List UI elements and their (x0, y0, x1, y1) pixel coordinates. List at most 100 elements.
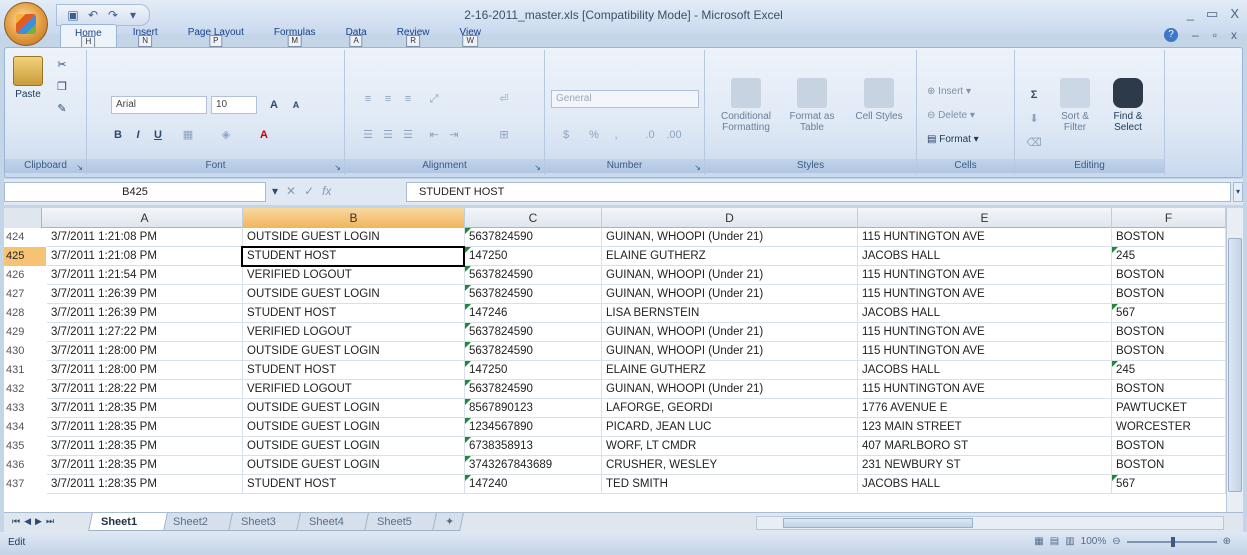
cell-d[interactable]: WORF, LT CMDR (602, 437, 858, 456)
increase-decimal-icon[interactable]: .0 (641, 126, 659, 144)
align-bottom-icon[interactable]: ≡ (399, 90, 417, 108)
sheet-tab-sheet2[interactable]: Sheet2 (160, 513, 236, 531)
row-header[interactable]: 435 (4, 437, 46, 456)
cell-f[interactable]: PAWTUCKET (1112, 399, 1226, 418)
cell-a[interactable]: 3/7/2011 1:28:35 PM (47, 399, 243, 418)
alignment-launcher-icon[interactable]: ↘ (534, 163, 541, 172)
cell-f[interactable]: BOSTON (1112, 437, 1226, 456)
fill-color-icon[interactable]: ◈ (217, 126, 235, 144)
column-header-c[interactable]: C (465, 208, 602, 228)
align-center-icon[interactable]: ☰ (379, 126, 397, 144)
tab-review[interactable]: Review R (383, 24, 444, 48)
maximize-button[interactable]: ▭ (1206, 6, 1218, 22)
help-icon[interactable]: ? (1164, 28, 1179, 42)
cell-d[interactable]: GUINAN, WHOOPI (Under 21) (602, 323, 858, 342)
zoom-slider[interactable] (1126, 536, 1217, 547)
cell-f[interactable]: BOSTON (1112, 323, 1226, 342)
sheet-tab-sheet4[interactable]: Sheet4 (296, 513, 372, 531)
cell-a[interactable]: 3/7/2011 1:21:08 PM (47, 228, 243, 247)
formula-input[interactable]: STUDENT HOST (406, 182, 1231, 202)
column-header-d[interactable]: D (602, 208, 858, 228)
name-box-dropdown-icon[interactable]: ▾ (272, 184, 278, 198)
currency-icon[interactable]: $ (557, 126, 575, 144)
row-header[interactable]: 431 (4, 361, 46, 380)
cell-e[interactable]: JACOBS HALL (858, 361, 1112, 380)
cell-d[interactable]: GUINAN, WHOOPI (Under 21) (602, 228, 858, 247)
row-header[interactable]: 424 (4, 228, 46, 247)
cell-f[interactable]: BOSTON (1112, 228, 1226, 247)
horizontal-scrollbar[interactable] (756, 516, 1224, 530)
conditional-formatting-button[interactable]: Conditional Formatting (715, 78, 777, 133)
delete-cells-button[interactable]: ⊖ Delete ▾ (927, 110, 975, 121)
bold-button[interactable]: B (109, 126, 127, 144)
tab-insert[interactable]: Insert N (119, 24, 172, 48)
cell-e[interactable]: 115 HUNTINGTON AVE (858, 342, 1112, 361)
vertical-scrollbar[interactable] (1226, 208, 1243, 512)
cell-d[interactable]: CRUSHER, WESLEY (602, 456, 858, 475)
row-header[interactable]: 434 (4, 418, 46, 437)
cell-e[interactable]: 407 MARLBORO ST (858, 437, 1112, 456)
cell-e[interactable]: JACOBS HALL (858, 247, 1112, 266)
insert-sheet-icon[interactable]: ✦ (432, 513, 464, 531)
align-top-icon[interactable]: ≡ (359, 90, 377, 108)
tab-page-layout[interactable]: Page Layout P (174, 24, 258, 48)
row-header[interactable]: 427 (4, 285, 46, 304)
cell-f[interactable]: BOSTON (1112, 285, 1226, 304)
zoom-level[interactable]: 100% (1081, 536, 1107, 547)
row-header[interactable]: 428 (4, 304, 46, 323)
cell-e[interactable]: JACOBS HALL (858, 304, 1112, 323)
cell-a[interactable]: 3/7/2011 1:28:00 PM (47, 342, 243, 361)
number-launcher-icon[interactable]: ↘ (694, 163, 701, 172)
workbook-close-button[interactable]: x (1231, 28, 1237, 42)
cell-d[interactable]: ELAINE GUTHERZ (602, 361, 858, 380)
cell-a[interactable]: 3/7/2011 1:28:35 PM (47, 418, 243, 437)
page-layout-view-icon[interactable]: ▤ (1050, 536, 1059, 547)
horizontal-scroll-thumb[interactable] (783, 518, 973, 528)
cell-d[interactable]: GUINAN, WHOOPI (Under 21) (602, 266, 858, 285)
cell-a[interactable]: 3/7/2011 1:28:35 PM (47, 456, 243, 475)
row-header[interactable]: 433 (4, 399, 46, 418)
cell-d[interactable]: ELAINE GUTHERZ (602, 247, 858, 266)
cell-f[interactable]: 567 (1112, 475, 1226, 494)
cell-styles-button[interactable]: Cell Styles (849, 78, 909, 122)
row-header[interactable]: 436 (4, 456, 46, 475)
cell-c[interactable]: 147240 (465, 475, 602, 494)
cell-c[interactable]: 5637824590 (465, 266, 602, 285)
cell-b[interactable]: VERIFIED LOGOUT (243, 323, 465, 342)
cell-b[interactable]: OUTSIDE GUEST LOGIN (243, 456, 465, 475)
select-all-button[interactable] (4, 208, 42, 228)
clipboard-launcher-icon[interactable]: ↘ (76, 163, 83, 172)
expand-formula-bar-icon[interactable]: ▾ (1233, 182, 1243, 202)
format-painter-icon[interactable]: ✎ (53, 100, 71, 118)
cell-b[interactable]: STUDENT HOST (243, 361, 465, 380)
cell-b[interactable]: STUDENT HOST (243, 247, 465, 266)
italic-button[interactable]: I (129, 126, 147, 144)
cell-e[interactable]: 1776 AVENUE E (858, 399, 1112, 418)
cell-b[interactable]: OUTSIDE GUEST LOGIN (243, 437, 465, 456)
percent-icon[interactable]: % (585, 126, 603, 144)
cell-a[interactable]: 3/7/2011 1:26:39 PM (47, 304, 243, 323)
cell-c[interactable]: 1234567890 (465, 418, 602, 437)
office-button[interactable] (4, 2, 48, 46)
font-color-icon[interactable]: A (255, 126, 273, 144)
borders-icon[interactable]: ▦ (179, 126, 197, 144)
row-header[interactable]: 426 (4, 266, 46, 285)
normal-view-icon[interactable]: ▦ (1034, 536, 1043, 547)
workbook-minimize-button[interactable]: – (1192, 28, 1199, 42)
cell-e[interactable]: 115 HUNTINGTON AVE (858, 228, 1112, 247)
cell-f[interactable]: 567 (1112, 304, 1226, 323)
column-header-b[interactable]: B (243, 208, 465, 228)
cell-b[interactable]: VERIFIED LOGOUT (243, 380, 465, 399)
cell-a[interactable]: 3/7/2011 1:28:35 PM (47, 475, 243, 494)
cell-e[interactable]: 115 HUNTINGTON AVE (858, 266, 1112, 285)
tab-view[interactable]: View W (445, 24, 495, 48)
tab-home[interactable]: Home H (60, 24, 117, 48)
insert-function-icon[interactable]: fx (322, 184, 331, 198)
cell-e[interactable]: 115 HUNTINGTON AVE (858, 380, 1112, 399)
row-header[interactable]: 432 (4, 380, 46, 399)
cell-d[interactable]: GUINAN, WHOOPI (Under 21) (602, 285, 858, 304)
sheet-nav-buttons[interactable]: ⏮◀▶⏭ (12, 516, 58, 527)
row-header[interactable]: 429 (4, 323, 46, 342)
sheet-tab-sheet1[interactable]: Sheet1 (88, 513, 168, 531)
cut-icon[interactable]: ✂ (53, 56, 71, 74)
